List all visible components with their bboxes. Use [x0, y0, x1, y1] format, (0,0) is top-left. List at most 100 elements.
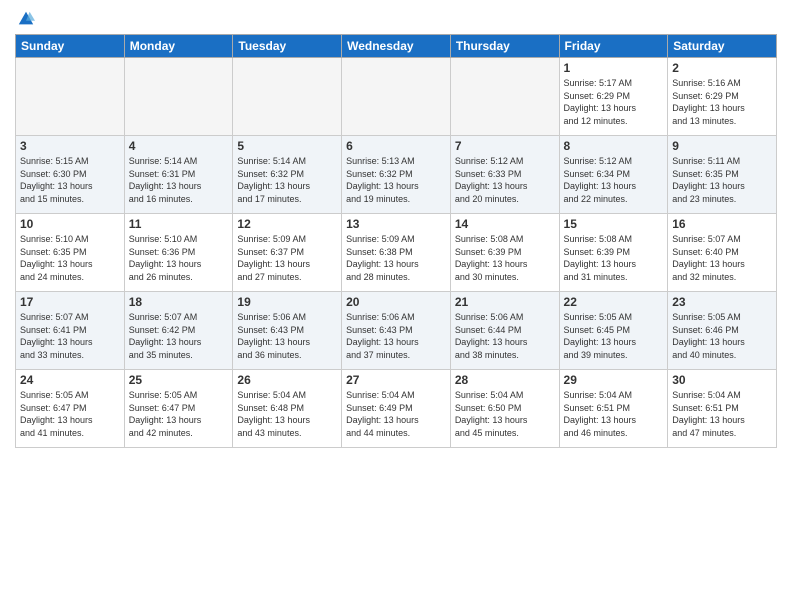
logo-icon: [17, 10, 35, 28]
calendar-cell: 16Sunrise: 5:07 AM Sunset: 6:40 PM Dayli…: [668, 214, 777, 292]
header-friday: Friday: [559, 35, 668, 58]
calendar-cell: 10 Sunrise: 5:10 AM Sunset: 6:35 PM Dayli…: [16, 214, 125, 292]
day-number: 18: [129, 295, 229, 309]
day-number: 28: [455, 373, 555, 387]
calendar-week-1: 1 Sunrise: 5:17 AM Sunset: 6:29 PM Daylig…: [16, 58, 777, 136]
day-number: 21: [455, 295, 555, 309]
calendar-cell: 28 Sunrise: 5:04 AM Sunset: 6:50 PM Dayli…: [450, 370, 559, 448]
day-info: Sunrise: 5:04 AM Sunset: 6:51 PM Dayligh…: [672, 389, 772, 439]
day-info: Sunrise: 5:14 AM Sunset: 6:31 PM Dayligh…: [129, 155, 229, 205]
day-info: Sunrise: 5:15 AM Sunset: 6:30 PM Dayligh…: [20, 155, 120, 205]
header-saturday: Saturday: [668, 35, 777, 58]
calendar-cell: 1 Sunrise: 5:17 AM Sunset: 6:29 PM Daylig…: [559, 58, 668, 136]
logo: [15, 10, 35, 28]
header: [15, 10, 777, 28]
day-info: Sunrise: 5:11 AM Sunset: 6:35 PM Dayligh…: [672, 155, 772, 205]
day-info: Sunrise: 5:08 AM Sunset: 6:39 PM Dayligh…: [564, 233, 664, 283]
calendar-cell: 3Sunrise: 5:15 AM Sunset: 6:30 PM Daylig…: [16, 136, 125, 214]
calendar-cell: 6Sunrise: 5:13 AM Sunset: 6:32 PM Daylig…: [342, 136, 451, 214]
day-number: 26: [237, 373, 337, 387]
calendar-cell: 15 Sunrise: 5:08 AM Sunset: 6:39 PM Dayli…: [559, 214, 668, 292]
day-number: 22: [564, 295, 664, 309]
day-number: 12: [237, 217, 337, 231]
calendar-cell: 25Sunrise: 5:05 AM Sunset: 6:47 PM Dayli…: [124, 370, 233, 448]
calendar-cell: 9 Sunrise: 5:11 AM Sunset: 6:35 PM Daylig…: [668, 136, 777, 214]
day-number: 23: [672, 295, 772, 309]
calendar-cell: 2Sunrise: 5:16 AM Sunset: 6:29 PM Daylig…: [668, 58, 777, 136]
day-info: Sunrise: 5:12 AM Sunset: 6:34 PM Dayligh…: [564, 155, 664, 205]
header-thursday: Thursday: [450, 35, 559, 58]
day-info: Sunrise: 5:17 AM Sunset: 6:29 PM Dayligh…: [564, 77, 664, 127]
day-number: 1: [564, 61, 664, 75]
calendar-week-2: 3Sunrise: 5:15 AM Sunset: 6:30 PM Daylig…: [16, 136, 777, 214]
day-info: Sunrise: 5:10 AM Sunset: 6:35 PM Dayligh…: [20, 233, 120, 283]
day-info: Sunrise: 5:09 AM Sunset: 6:38 PM Dayligh…: [346, 233, 446, 283]
day-info: Sunrise: 5:10 AM Sunset: 6:36 PM Dayligh…: [129, 233, 229, 283]
calendar-cell: 5Sunrise: 5:14 AM Sunset: 6:32 PM Daylig…: [233, 136, 342, 214]
calendar-cell: [16, 58, 125, 136]
calendar-header-row: SundayMondayTuesdayWednesdayThursdayFrid…: [16, 35, 777, 58]
calendar-cell: 23 Sunrise: 5:05 AM Sunset: 6:46 PM Dayli…: [668, 292, 777, 370]
day-number: 14: [455, 217, 555, 231]
header-tuesday: Tuesday: [233, 35, 342, 58]
header-wednesday: Wednesday: [342, 35, 451, 58]
day-info: Sunrise: 5:05 AM Sunset: 6:45 PM Dayligh…: [564, 311, 664, 361]
calendar-cell: 27 Sunrise: 5:04 AM Sunset: 6:49 PM Dayli…: [342, 370, 451, 448]
calendar-cell: 29 Sunrise: 5:04 AM Sunset: 6:51 PM Dayli…: [559, 370, 668, 448]
day-number: 16: [672, 217, 772, 231]
calendar-cell: 4 Sunrise: 5:14 AM Sunset: 6:31 PM Daylig…: [124, 136, 233, 214]
day-info: Sunrise: 5:04 AM Sunset: 6:50 PM Dayligh…: [455, 389, 555, 439]
day-number: 2: [672, 61, 772, 75]
day-number: 10: [20, 217, 120, 231]
calendar-cell: 21 Sunrise: 5:06 AM Sunset: 6:44 PM Dayli…: [450, 292, 559, 370]
day-info: Sunrise: 5:06 AM Sunset: 6:43 PM Dayligh…: [237, 311, 337, 361]
calendar-table: SundayMondayTuesdayWednesdayThursdayFrid…: [15, 34, 777, 448]
calendar-cell: 14 Sunrise: 5:08 AM Sunset: 6:39 PM Dayli…: [450, 214, 559, 292]
day-info: Sunrise: 5:09 AM Sunset: 6:37 PM Dayligh…: [237, 233, 337, 283]
day-number: 15: [564, 217, 664, 231]
day-number: 20: [346, 295, 446, 309]
day-number: 8: [564, 139, 664, 153]
calendar-page: SundayMondayTuesdayWednesdayThursdayFrid…: [0, 0, 792, 612]
day-number: 24: [20, 373, 120, 387]
header-monday: Monday: [124, 35, 233, 58]
day-info: Sunrise: 5:05 AM Sunset: 6:47 PM Dayligh…: [20, 389, 120, 439]
calendar-cell: 22 Sunrise: 5:05 AM Sunset: 6:45 PM Dayli…: [559, 292, 668, 370]
calendar-cell: 11 Sunrise: 5:10 AM Sunset: 6:36 PM Dayli…: [124, 214, 233, 292]
day-number: 29: [564, 373, 664, 387]
day-number: 27: [346, 373, 446, 387]
day-info: Sunrise: 5:07 AM Sunset: 6:41 PM Dayligh…: [20, 311, 120, 361]
day-info: Sunrise: 5:06 AM Sunset: 6:43 PM Dayligh…: [346, 311, 446, 361]
header-sunday: Sunday: [16, 35, 125, 58]
calendar-cell: [342, 58, 451, 136]
calendar-cell: [233, 58, 342, 136]
day-number: 5: [237, 139, 337, 153]
calendar-cell: 12 Sunrise: 5:09 AM Sunset: 6:37 PM Dayli…: [233, 214, 342, 292]
calendar-cell: 19 Sunrise: 5:06 AM Sunset: 6:43 PM Dayli…: [233, 292, 342, 370]
day-info: Sunrise: 5:08 AM Sunset: 6:39 PM Dayligh…: [455, 233, 555, 283]
day-info: Sunrise: 5:05 AM Sunset: 6:46 PM Dayligh…: [672, 311, 772, 361]
day-info: Sunrise: 5:12 AM Sunset: 6:33 PM Dayligh…: [455, 155, 555, 205]
day-number: 30: [672, 373, 772, 387]
calendar-week-4: 17 Sunrise: 5:07 AM Sunset: 6:41 PM Dayli…: [16, 292, 777, 370]
day-info: Sunrise: 5:06 AM Sunset: 6:44 PM Dayligh…: [455, 311, 555, 361]
day-info: Sunrise: 5:04 AM Sunset: 6:51 PM Dayligh…: [564, 389, 664, 439]
calendar-cell: [124, 58, 233, 136]
day-number: 9: [672, 139, 772, 153]
day-number: 11: [129, 217, 229, 231]
calendar-cell: 17 Sunrise: 5:07 AM Sunset: 6:41 PM Dayli…: [16, 292, 125, 370]
day-number: 7: [455, 139, 555, 153]
calendar-cell: 20 Sunrise: 5:06 AM Sunset: 6:43 PM Dayli…: [342, 292, 451, 370]
day-info: Sunrise: 5:04 AM Sunset: 6:49 PM Dayligh…: [346, 389, 446, 439]
day-info: Sunrise: 5:07 AM Sunset: 6:42 PM Dayligh…: [129, 311, 229, 361]
calendar-cell: 18 Sunrise: 5:07 AM Sunset: 6:42 PM Dayli…: [124, 292, 233, 370]
calendar-cell: 26Sunrise: 5:04 AM Sunset: 6:48 PM Dayli…: [233, 370, 342, 448]
calendar-week-5: 24 Sunrise: 5:05 AM Sunset: 6:47 PM Dayli…: [16, 370, 777, 448]
calendar-week-3: 10 Sunrise: 5:10 AM Sunset: 6:35 PM Dayli…: [16, 214, 777, 292]
calendar-cell: 7 Sunrise: 5:12 AM Sunset: 6:33 PM Daylig…: [450, 136, 559, 214]
day-info: Sunrise: 5:13 AM Sunset: 6:32 PM Dayligh…: [346, 155, 446, 205]
day-number: 4: [129, 139, 229, 153]
day-number: 17: [20, 295, 120, 309]
day-number: 19: [237, 295, 337, 309]
calendar-cell: 30 Sunrise: 5:04 AM Sunset: 6:51 PM Dayli…: [668, 370, 777, 448]
